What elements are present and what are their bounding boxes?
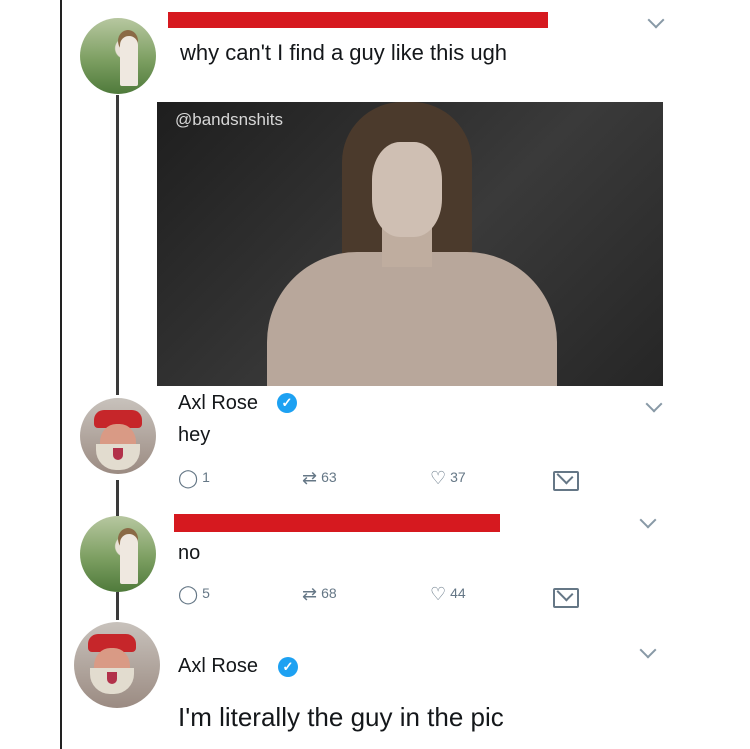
photo-face [372, 142, 442, 237]
avatar-figure [120, 534, 138, 584]
retweet-icon: ⇄ [302, 468, 318, 488]
thread-line [116, 592, 119, 620]
mail-icon[interactable] [553, 588, 579, 608]
retweet-button[interactable]: ⇄ 63 [302, 468, 337, 489]
tweet-text: no [178, 542, 201, 564]
tweet-text: I'm literally the guy in the pic [178, 702, 504, 732]
retweet-button[interactable]: ⇄ 68 [302, 584, 337, 605]
left-border [60, 0, 62, 749]
avatar[interactable] [80, 18, 156, 94]
reply-button[interactable]: ◯ 1 [178, 468, 210, 489]
thread-line [116, 95, 119, 395]
redacted-username [168, 12, 548, 28]
tweet-text: hey [178, 424, 211, 446]
avatar-mouth [113, 448, 123, 460]
like-button[interactable]: ♡ 37 [430, 468, 466, 489]
reply-button[interactable]: ◯ 5 [178, 584, 210, 605]
like-button[interactable]: ♡ 44 [430, 584, 466, 605]
reply-icon: ◯ [178, 468, 199, 488]
avatar[interactable] [80, 398, 156, 474]
reply-icon: ◯ [178, 584, 199, 604]
redacted-username [174, 514, 500, 532]
mail-icon[interactable] [553, 471, 579, 491]
avatar[interactable] [74, 622, 160, 708]
tweet-image[interactable]: @bandsnshits [157, 102, 663, 386]
verified-badge-icon: ✓ [277, 393, 297, 413]
image-watermark: @bandsnshits [175, 110, 283, 129]
avatar[interactable] [80, 516, 156, 592]
avatar-figure [120, 36, 138, 86]
thread-line [116, 480, 119, 516]
avatar-mouth [107, 672, 117, 684]
author-name[interactable]: Axl Rose [178, 655, 258, 678]
heart-icon: ♡ [430, 468, 447, 488]
author-name[interactable]: Axl Rose [178, 392, 258, 415]
tweet-text: why can't I find a guy like this ugh [180, 40, 508, 65]
photo-torso [267, 252, 557, 386]
retweet-icon: ⇄ [302, 584, 318, 604]
heart-icon: ♡ [430, 584, 447, 604]
verified-badge-icon: ✓ [278, 657, 298, 677]
